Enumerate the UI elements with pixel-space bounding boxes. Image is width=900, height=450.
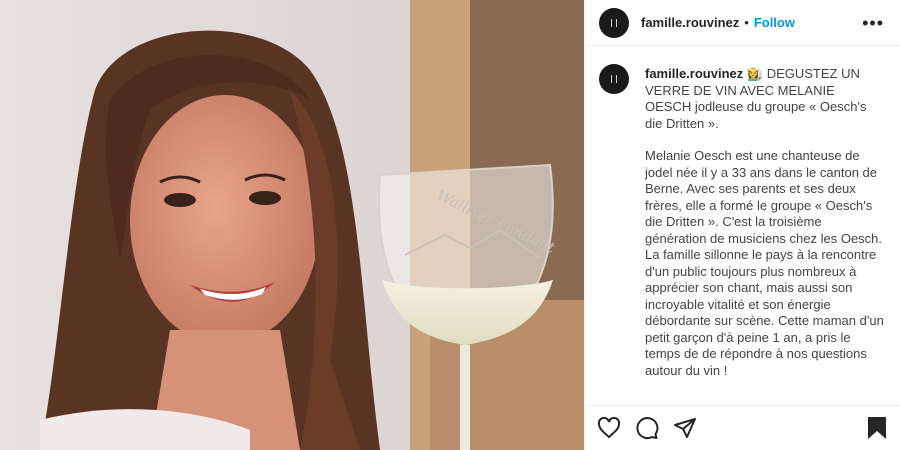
separator: • xyxy=(744,15,749,30)
share-icon[interactable] xyxy=(673,416,697,440)
selfie-image: Walliser Fendant xyxy=(0,0,584,450)
username-link[interactable]: famille.rouvinez xyxy=(641,15,739,30)
caption-avatar[interactable] xyxy=(599,64,629,94)
heart-icon[interactable] xyxy=(597,416,621,440)
caption-username[interactable]: famille.rouvinez xyxy=(645,66,743,81)
caption-text: famille.rouvinez 👩‍🌾 DEGUSTEZ UN VERRE D… xyxy=(645,66,884,405)
logo-icon xyxy=(611,75,617,83)
logo-icon xyxy=(611,18,617,27)
more-options-icon[interactable]: ••• xyxy=(862,14,884,32)
avatar[interactable] xyxy=(599,7,629,38)
caption-paragraph-1: famille.rouvinez 👩‍🌾 DEGUSTEZ UN VERRE D… xyxy=(645,66,884,132)
post-sidebar: famille.rouvinez • Follow ••• famille.ro… xyxy=(584,0,900,450)
post-photo[interactable]: Walliser Fendant xyxy=(0,0,584,450)
caption-area: famille.rouvinez 👩‍🌾 DEGUSTEZ UN VERRE D… xyxy=(585,46,900,405)
farmer-emoji: 👩‍🌾 xyxy=(746,66,764,81)
instagram-post: Walliser Fendant famille.rouvinez • Foll… xyxy=(0,0,900,450)
comment-icon[interactable] xyxy=(635,416,659,440)
caption-paragraph-2: Melanie Oesch est une chanteuse de jodel… xyxy=(645,148,884,378)
post-header: famille.rouvinez • Follow ••• xyxy=(585,0,900,46)
bookmark-icon[interactable] xyxy=(866,416,888,440)
action-bar xyxy=(585,405,900,450)
follow-button[interactable]: Follow xyxy=(754,15,795,30)
